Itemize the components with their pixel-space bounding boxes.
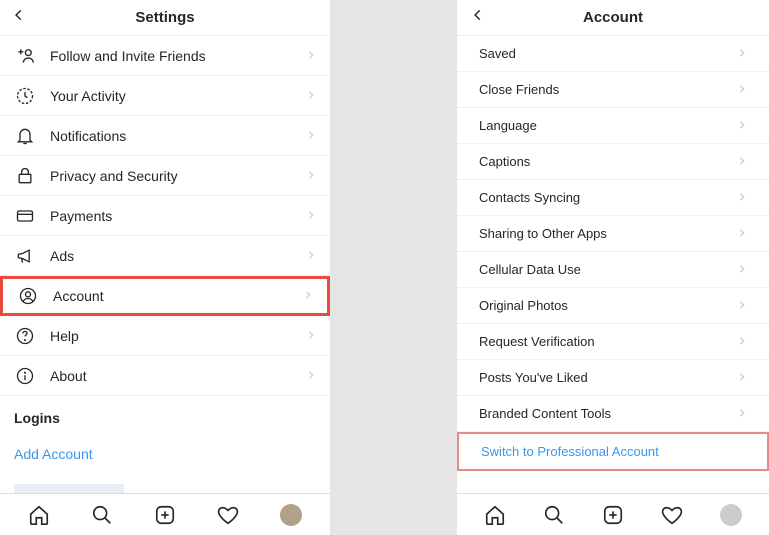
menu-label: Request Verification	[479, 334, 737, 349]
menu-account[interactable]: Account	[0, 276, 330, 316]
menu-language[interactable]: Language	[457, 108, 769, 144]
menu-sharing-apps[interactable]: Sharing to Other Apps	[457, 216, 769, 252]
menu-label: Notifications	[50, 128, 306, 144]
chevron-right-icon	[737, 297, 747, 315]
menu-label: Posts You've Liked	[479, 370, 737, 385]
menu-contacts-sync[interactable]: Contacts Syncing	[457, 180, 769, 216]
menu-label: Help	[50, 328, 306, 344]
tab-home[interactable]	[28, 504, 50, 526]
account-list: Saved Close Friends Language Captions Co…	[457, 36, 769, 493]
chevron-right-icon	[737, 405, 747, 423]
settings-list: Follow and Invite Friends Your Activity …	[0, 36, 330, 493]
menu-label: Ads	[50, 248, 306, 264]
tab-create[interactable]	[602, 504, 624, 526]
tab-search[interactable]	[91, 504, 113, 526]
tab-activity[interactable]	[661, 504, 683, 526]
lock-icon	[14, 165, 36, 187]
chevron-right-icon	[306, 127, 316, 145]
header: Settings	[0, 0, 330, 36]
card-icon	[14, 205, 36, 227]
switch-professional-link[interactable]: Switch to Professional Account	[457, 432, 769, 471]
menu-label: Account	[53, 288, 303, 304]
person-circle-icon	[17, 285, 39, 307]
activity-icon	[14, 85, 36, 107]
menu-label: Language	[479, 118, 737, 133]
menu-notifications[interactable]: Notifications	[0, 116, 330, 156]
chevron-right-icon	[306, 247, 316, 265]
avatar-icon	[720, 504, 742, 526]
menu-label: Branded Content Tools	[479, 406, 737, 421]
menu-saved[interactable]: Saved	[457, 36, 769, 72]
menu-privacy[interactable]: Privacy and Security	[0, 156, 330, 196]
info-icon	[14, 365, 36, 387]
menu-about[interactable]: About	[0, 356, 330, 396]
tab-profile[interactable]	[720, 504, 742, 526]
menu-posts-liked[interactable]: Posts You've Liked	[457, 360, 769, 396]
menu-label: Cellular Data Use	[479, 262, 737, 277]
menu-label: Follow and Invite Friends	[50, 48, 306, 64]
account-screen: Account Saved Close Friends Language Cap…	[457, 0, 769, 535]
help-icon	[14, 325, 36, 347]
page-title: Settings	[0, 9, 330, 26]
chevron-right-icon	[306, 87, 316, 105]
menu-help[interactable]: Help	[0, 316, 330, 356]
chevron-right-icon	[306, 327, 316, 345]
chevron-right-icon	[737, 81, 747, 99]
logins-header: Logins	[0, 396, 330, 440]
menu-label: Captions	[479, 154, 737, 169]
menu-follow-invite[interactable]: Follow and Invite Friends	[0, 36, 330, 76]
page-title: Account	[457, 9, 769, 26]
chevron-right-icon	[737, 261, 747, 279]
megaphone-icon	[14, 245, 36, 267]
menu-label: About	[50, 368, 306, 384]
back-button[interactable]	[471, 8, 485, 27]
chevron-right-icon	[737, 333, 747, 351]
tab-create[interactable]	[154, 504, 176, 526]
menu-label: Privacy and Security	[50, 168, 306, 184]
menu-ads[interactable]: Ads	[0, 236, 330, 276]
chevron-right-icon	[306, 367, 316, 385]
menu-label: Saved	[479, 46, 737, 61]
tab-profile[interactable]	[280, 504, 302, 526]
tab-bar	[0, 493, 330, 535]
menu-activity[interactable]: Your Activity	[0, 76, 330, 116]
tab-activity[interactable]	[217, 504, 239, 526]
chevron-right-icon	[737, 189, 747, 207]
add-person-icon	[14, 45, 36, 67]
menu-label: Close Friends	[479, 82, 737, 97]
chevron-right-icon	[737, 153, 747, 171]
menu-label: Original Photos	[479, 298, 737, 313]
tab-bar	[457, 493, 769, 535]
menu-label: Sharing to Other Apps	[479, 226, 737, 241]
menu-captions[interactable]: Captions	[457, 144, 769, 180]
back-button[interactable]	[12, 8, 26, 27]
menu-label: Contacts Syncing	[479, 190, 737, 205]
chevron-right-icon	[306, 47, 316, 65]
chevron-right-icon	[303, 287, 313, 305]
placeholder-smudge	[14, 484, 124, 493]
menu-branded-content[interactable]: Branded Content Tools	[457, 396, 769, 432]
chevron-right-icon	[737, 225, 747, 243]
chevron-right-icon	[737, 117, 747, 135]
settings-screen: Settings Follow and Invite Friends Your …	[0, 0, 330, 535]
add-account-link[interactable]: Add Account	[0, 440, 330, 476]
chevron-right-icon	[306, 207, 316, 225]
chevron-right-icon	[306, 167, 316, 185]
tab-home[interactable]	[484, 504, 506, 526]
bell-icon	[14, 125, 36, 147]
header: Account	[457, 0, 769, 36]
menu-label: Payments	[50, 208, 306, 224]
avatar-icon	[280, 504, 302, 526]
chevron-right-icon	[737, 369, 747, 387]
menu-request-verification[interactable]: Request Verification	[457, 324, 769, 360]
menu-cellular-data[interactable]: Cellular Data Use	[457, 252, 769, 288]
menu-close-friends[interactable]: Close Friends	[457, 72, 769, 108]
menu-original-photos[interactable]: Original Photos	[457, 288, 769, 324]
menu-payments[interactable]: Payments	[0, 196, 330, 236]
chevron-right-icon	[737, 45, 747, 63]
menu-label: Your Activity	[50, 88, 306, 104]
tab-search[interactable]	[543, 504, 565, 526]
